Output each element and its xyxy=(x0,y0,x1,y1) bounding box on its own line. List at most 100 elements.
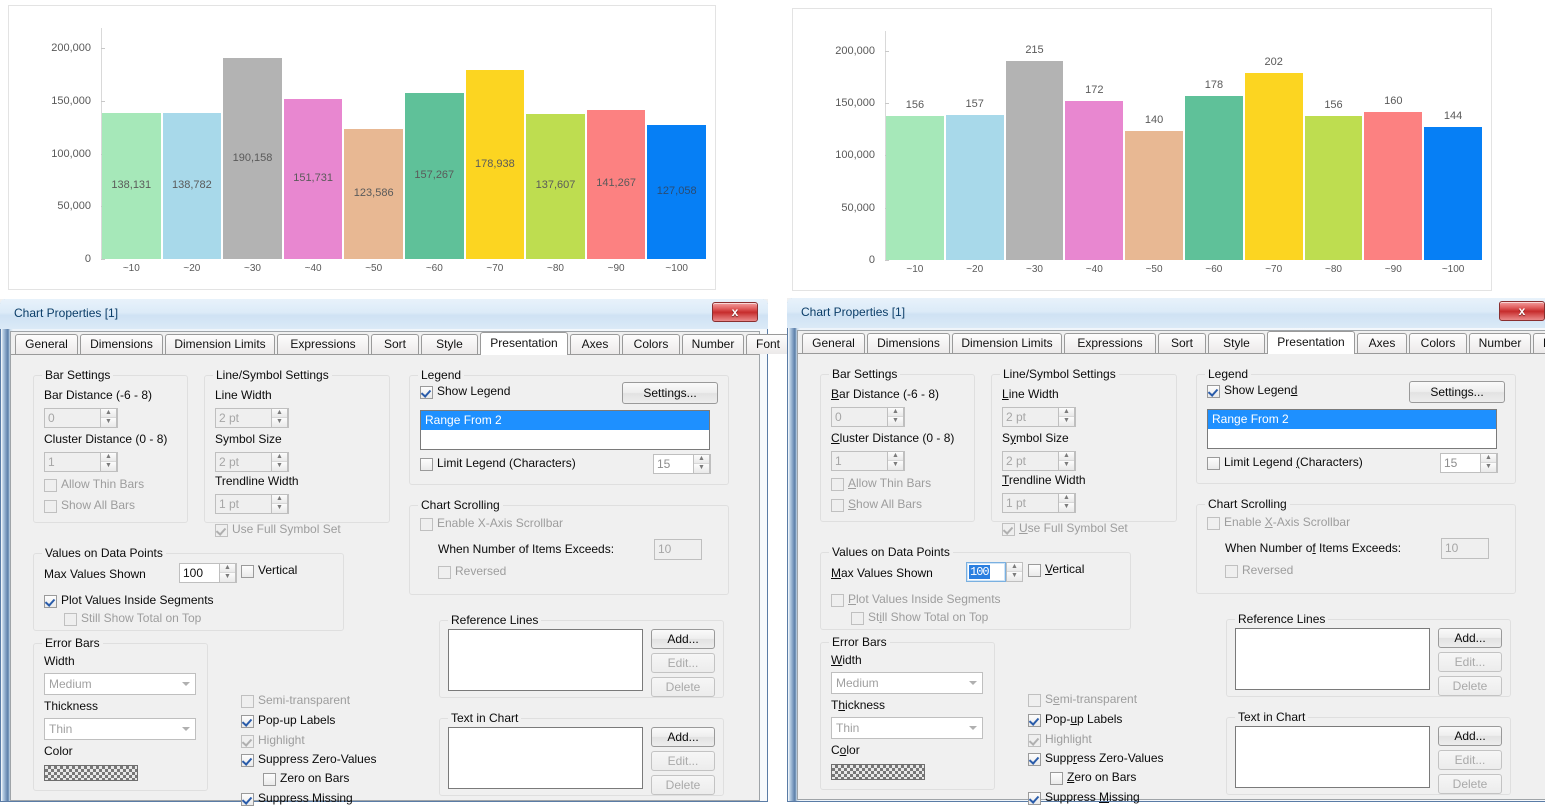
max-values-shown-spinner[interactable]: ▲ ▼ xyxy=(1006,562,1023,582)
error-bar-width-combo[interactable]: Medium xyxy=(44,673,196,695)
limit-legend-checkbox[interactable] xyxy=(1207,457,1220,470)
max-values-spin-down-icon[interactable]: ▼ xyxy=(1007,572,1022,581)
still-show-total-on-top-checkbox[interactable] xyxy=(851,612,864,625)
reference-lines-edit-button[interactable]: Edit... xyxy=(1438,652,1502,672)
cluster-distance-input-spinner[interactable]: ▲ ▼ xyxy=(887,451,904,471)
tab-sort[interactable]: Sort xyxy=(1158,333,1206,353)
zero-on-bars-checkbox[interactable] xyxy=(1050,772,1063,785)
bar[interactable] xyxy=(1125,130,1183,260)
tab-dimension-limits[interactable]: Dimension Limits xyxy=(165,334,275,354)
still-show-total-on-top-checkbox[interactable] xyxy=(64,613,77,626)
tab-colors[interactable]: Colors xyxy=(622,334,680,354)
tab-presentation[interactable]: Presentation xyxy=(480,332,568,355)
plot-values-inside-segments-checkbox[interactable] xyxy=(831,594,844,607)
reference-lines-add-button[interactable]: Add... xyxy=(1438,628,1502,648)
bar[interactable] xyxy=(1424,127,1482,260)
bar-distance-input-spin-up-icon[interactable]: ▲ xyxy=(888,408,903,417)
text-in-chart-list[interactable] xyxy=(448,727,643,789)
trendline-width-input-spinner[interactable]: ▲ ▼ xyxy=(1058,493,1075,513)
vertical-checkbox[interactable] xyxy=(241,565,254,578)
suppress-zero-values-checkbox[interactable] xyxy=(241,754,254,767)
semi-transparent-checkbox[interactable] xyxy=(1028,694,1041,707)
suppress-missing-checkbox[interactable] xyxy=(1028,792,1041,805)
symbol-size-input-spinner[interactable]: ▲ ▼ xyxy=(271,452,288,472)
error-bar-color-swatch[interactable] xyxy=(831,764,925,780)
bar-distance-input-spinner[interactable]: ▲ ▼ xyxy=(887,407,904,427)
limit-legend-input-spin-up-icon[interactable]: ▲ xyxy=(694,455,709,464)
legend-settings-button[interactable]: Settings... xyxy=(1409,381,1505,403)
when-exceeds-input[interactable]: 10 xyxy=(1441,538,1489,559)
allow-thin-bars-checkbox[interactable] xyxy=(831,478,844,491)
bar[interactable] xyxy=(1005,61,1064,260)
tab-colors[interactable]: Colors xyxy=(1409,333,1467,353)
reference-lines-delete-button[interactable]: Delete xyxy=(651,677,715,697)
semi-transparent-checkbox[interactable] xyxy=(241,695,254,708)
error-bar-thickness-combo[interactable]: Thin xyxy=(831,717,983,739)
trendline-width-input-spin-up-icon[interactable]: ▲ xyxy=(272,495,287,504)
legend-list[interactable]: Range From 2 xyxy=(420,410,710,450)
bar[interactable] xyxy=(1065,101,1124,260)
cluster-distance-input-spin-up-icon[interactable]: ▲ xyxy=(888,452,903,461)
show-all-bars-checkbox[interactable] xyxy=(831,499,844,512)
limit-legend-input-spin-up-icon[interactable]: ▲ xyxy=(1481,454,1496,463)
limit-legend-checkbox[interactable] xyxy=(420,458,433,471)
legend-list-item[interactable]: Range From 2 xyxy=(1208,410,1496,429)
text-in-chart-add-button[interactable]: Add... xyxy=(651,727,715,747)
bar[interactable] xyxy=(1364,112,1423,260)
tab-general[interactable]: General xyxy=(802,333,865,353)
tab-style[interactable]: Style xyxy=(421,334,478,354)
plot-values-inside-segments-checkbox[interactable] xyxy=(44,595,57,608)
trendline-width-input-spinner[interactable]: ▲ ▼ xyxy=(271,494,288,514)
limit-legend-input-spin-down-icon[interactable]: ▼ xyxy=(694,464,709,473)
error-bar-color-swatch[interactable] xyxy=(44,765,138,781)
bar-distance-input-spinner[interactable]: ▲ ▼ xyxy=(100,408,117,428)
limit-legend-input-spinner[interactable]: ▲ ▼ xyxy=(693,454,710,474)
trendline-width-input-spin-down-icon[interactable]: ▼ xyxy=(272,504,287,513)
title-bar[interactable]: Chart Properties [1] x xyxy=(787,298,1545,328)
tab-presentation[interactable]: Presentation xyxy=(1267,331,1355,354)
reversed-checkbox[interactable] xyxy=(438,566,451,579)
show-all-bars-checkbox[interactable] xyxy=(44,500,57,513)
zero-on-bars-checkbox[interactable] xyxy=(263,773,276,786)
vertical-checkbox[interactable] xyxy=(1028,564,1041,577)
text-in-chart-list[interactable] xyxy=(1235,726,1430,788)
cluster-distance-input-spin-down-icon[interactable]: ▼ xyxy=(101,462,116,471)
tab-dimensions[interactable]: Dimensions xyxy=(867,333,950,353)
reference-lines-add-button[interactable]: Add... xyxy=(651,629,715,649)
symbol-size-input-spin-down-icon[interactable]: ▼ xyxy=(272,462,287,471)
tab-dimensions[interactable]: Dimensions xyxy=(80,334,163,354)
trendline-width-input-spin-up-icon[interactable]: ▲ xyxy=(1059,494,1074,503)
reference-lines-list[interactable] xyxy=(1235,628,1430,690)
legend-list[interactable]: Range From 2 xyxy=(1207,409,1497,449)
suppress-missing-checkbox[interactable] xyxy=(241,793,254,806)
symbol-size-input-spinner[interactable]: ▲ ▼ xyxy=(1058,451,1075,471)
error-bar-thickness-combo[interactable]: Thin xyxy=(44,718,196,740)
line-width-input-spinner[interactable]: ▲ ▼ xyxy=(1058,407,1075,427)
use-full-symbol-set-checkbox[interactable] xyxy=(1002,523,1015,536)
enable-x-axis-scrollbar-checkbox[interactable] xyxy=(420,518,433,531)
close-button[interactable]: x xyxy=(712,302,758,322)
tab-number[interactable]: Number xyxy=(1469,333,1531,353)
max-values-shown-input[interactable]: 100 xyxy=(966,562,1006,582)
tab-expressions[interactable]: Expressions xyxy=(1064,333,1156,353)
tab-axes[interactable]: Axes xyxy=(1357,333,1407,353)
when-exceeds-input[interactable]: 10 xyxy=(654,539,702,560)
symbol-size-input-spin-down-icon[interactable]: ▼ xyxy=(1059,461,1074,470)
reversed-checkbox[interactable] xyxy=(1225,565,1238,578)
tab-axes[interactable]: Axes xyxy=(570,334,620,354)
max-values-spin-down-icon[interactable]: ▼ xyxy=(220,573,235,582)
tab-style[interactable]: Style xyxy=(1208,333,1265,353)
show-legend-checkbox[interactable] xyxy=(420,386,433,399)
symbol-size-input-spin-up-icon[interactable]: ▲ xyxy=(1059,452,1074,461)
bar[interactable] xyxy=(1185,95,1243,260)
error-bar-width-combo[interactable]: Medium xyxy=(831,672,983,694)
text-in-chart-add-button[interactable]: Add... xyxy=(1438,726,1502,746)
reference-lines-list[interactable] xyxy=(448,629,643,691)
bar[interactable] xyxy=(886,115,944,260)
limit-legend-input-spin-down-icon[interactable]: ▼ xyxy=(1481,463,1496,472)
bar-distance-input-spin-down-icon[interactable]: ▼ xyxy=(888,417,903,426)
bar[interactable] xyxy=(1304,116,1363,260)
tab-number[interactable]: Number xyxy=(682,334,744,354)
text-in-chart-edit-button[interactable]: Edit... xyxy=(651,751,715,771)
tab-general[interactable]: General xyxy=(15,334,78,354)
